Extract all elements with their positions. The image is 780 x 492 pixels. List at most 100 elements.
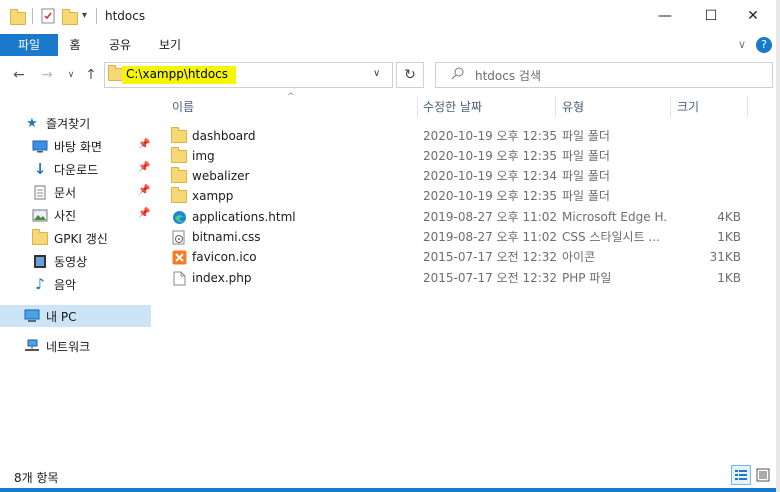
column-name[interactable]: 이름 <box>172 96 194 118</box>
file-row[interactable]: xampp 2020-10-19 오후 12:35 파일 폴더 <box>165 186 745 206</box>
up-arrow-icon[interactable]: ↑ <box>82 66 100 84</box>
file-name: applications.html <box>192 210 296 224</box>
file-name: dashboard <box>192 129 256 143</box>
recent-locations-icon[interactable]: ∨ <box>62 66 80 84</box>
file-row[interactable]: favicon.ico 2015-07-17 오전 12:32 아이콘 31KB <box>165 247 745 267</box>
file-modified: 2020-10-19 오후 12:35 <box>423 129 558 143</box>
pin-icon[interactable]: 📌 <box>138 162 150 173</box>
new-folder-icon[interactable] <box>62 8 78 25</box>
refresh-button[interactable]: ↻ <box>396 62 424 88</box>
nav-item-documents[interactable]: 문서 <box>32 181 183 203</box>
column-size[interactable]: 크기 <box>677 96 699 118</box>
column-modified[interactable]: 수정한 날짜 <box>423 96 482 118</box>
expand-ribbon-icon[interactable]: ∨ <box>738 38 746 51</box>
file-type: 파일 폴더 <box>562 129 610 143</box>
file-size: 1KB <box>717 271 741 285</box>
properties-icon[interactable] <box>40 8 56 24</box>
document-icon <box>32 184 48 200</box>
file-modified: 2019-08-27 오후 11:02 <box>423 230 558 244</box>
file-type: CSS 스타일시트 ... <box>562 230 660 244</box>
tab-file[interactable]: 파일 <box>0 34 58 56</box>
file-type: 파일 폴더 <box>562 189 610 203</box>
tab-home[interactable]: 홈 <box>60 34 90 56</box>
file-row[interactable]: bitnami.css 2019-08-27 오후 11:02 CSS 스타일시… <box>165 227 745 247</box>
file-icon <box>171 271 187 285</box>
customize-quick-access-icon[interactable]: ▾ <box>82 10 87 21</box>
pin-icon[interactable]: 📌 <box>138 139 150 150</box>
back-arrow-icon[interactable]: ← <box>10 66 28 84</box>
music-icon: ♪ <box>35 275 45 293</box>
minimize-button[interactable]: — <box>642 0 688 32</box>
scrollbar-edge <box>776 0 780 492</box>
file-modified: 2015-07-17 오전 12:32 <box>423 250 558 264</box>
file-modified: 2020-10-19 오후 12:34 <box>423 169 558 183</box>
file-row[interactable]: img 2020-10-19 오후 12:35 파일 폴더 <box>165 146 745 166</box>
nav-item-music[interactable]: ♪ 음악 <box>32 273 183 295</box>
file-name: webalizer <box>192 169 250 183</box>
refresh-icon: ↻ <box>404 67 416 83</box>
computer-icon <box>24 308 40 324</box>
file-type: Microsoft Edge H... <box>562 210 666 224</box>
pin-icon[interactable]: 📌 <box>138 208 150 219</box>
download-icon: ↓ <box>33 160 47 178</box>
nav-item-gpki[interactable]: GPKI 갱신 <box>32 227 183 249</box>
file-modified: 2015-07-17 오전 12:32 <box>423 271 558 285</box>
column-divider[interactable] <box>555 96 556 118</box>
tab-view[interactable]: 보기 <box>150 34 190 56</box>
column-divider[interactable] <box>670 96 671 118</box>
xampp-icon <box>171 250 187 264</box>
nav-item-desktop[interactable]: 바탕 화면 <box>32 135 183 157</box>
nav-item-label: 동영상 <box>54 254 88 269</box>
nav-item-label: 네트워크 <box>46 339 91 354</box>
details-view-button[interactable] <box>731 465 751 485</box>
file-type: 아이콘 <box>562 250 596 264</box>
nav-quick-access-label: 즐겨찾기 <box>46 116 91 131</box>
file-row[interactable]: dashboard 2020-10-19 오후 12:35 파일 폴더 <box>165 126 745 146</box>
edge-icon <box>171 210 187 224</box>
nav-item-network[interactable]: 네트워크 <box>24 335 175 357</box>
nav-item-label: GPKI 갱신 <box>54 231 108 246</box>
file-modified: 2019-08-27 오후 11:02 <box>423 210 558 224</box>
help-icon[interactable]: ? <box>756 37 772 53</box>
large-icons-view-button[interactable] <box>755 467 771 483</box>
file-row[interactable]: applications.html 2019-08-27 오후 11:02 Mi… <box>165 207 745 227</box>
maximize-button[interactable]: ☐ <box>688 0 734 32</box>
nav-item-label: 내 PC <box>46 309 77 324</box>
status-item-count: 8개 항목 <box>14 471 59 485</box>
pin-icon[interactable]: 📌 <box>138 185 150 196</box>
address-dropdown-icon[interactable]: ∨ <box>373 68 380 79</box>
nav-quick-access[interactable]: ★ 즐겨찾기 <box>24 112 175 134</box>
folder-icon <box>171 126 187 143</box>
divider <box>96 8 97 24</box>
close-button[interactable]: ✕ <box>730 0 776 32</box>
taskbar-edge <box>0 488 780 492</box>
file-name: index.php <box>192 271 252 285</box>
nav-item-label: 바탕 화면 <box>54 139 102 154</box>
nav-item-downloads[interactable]: ↓ 다운로드 <box>32 158 183 180</box>
file-type: PHP 파일 <box>562 271 612 285</box>
file-name: favicon.ico <box>192 250 257 264</box>
column-type[interactable]: 유형 <box>562 96 584 118</box>
file-type: 파일 폴더 <box>562 149 610 163</box>
file-name: bitnami.css <box>192 230 261 244</box>
nav-item-videos[interactable]: 동영상 <box>32 250 183 272</box>
file-name: xampp <box>192 189 234 203</box>
file-row[interactable]: index.php 2015-07-17 오전 12:32 PHP 파일 1KB <box>165 268 745 288</box>
column-divider[interactable] <box>417 96 418 118</box>
css-file-icon <box>171 230 187 244</box>
search-placeholder: htdocs 검색 <box>475 69 542 83</box>
star-icon: ★ <box>26 115 38 131</box>
nav-item-this-pc[interactable]: 내 PC <box>24 305 175 327</box>
search-icon <box>450 66 466 85</box>
folder-icon <box>32 228 48 246</box>
nav-item-pictures[interactable]: 사진 <box>32 204 183 226</box>
nav-item-label: 문서 <box>54 185 77 200</box>
file-size: 4KB <box>717 210 741 224</box>
file-row[interactable]: webalizer 2020-10-19 오후 12:34 파일 폴더 <box>165 166 745 186</box>
address-path[interactable]: C:\xampp\htdocs <box>126 67 228 81</box>
file-name: img <box>192 149 215 163</box>
pictures-icon <box>32 207 48 223</box>
tab-share[interactable]: 공유 <box>100 34 140 56</box>
forward-arrow-icon[interactable]: → <box>38 66 56 84</box>
column-divider[interactable] <box>747 96 748 118</box>
